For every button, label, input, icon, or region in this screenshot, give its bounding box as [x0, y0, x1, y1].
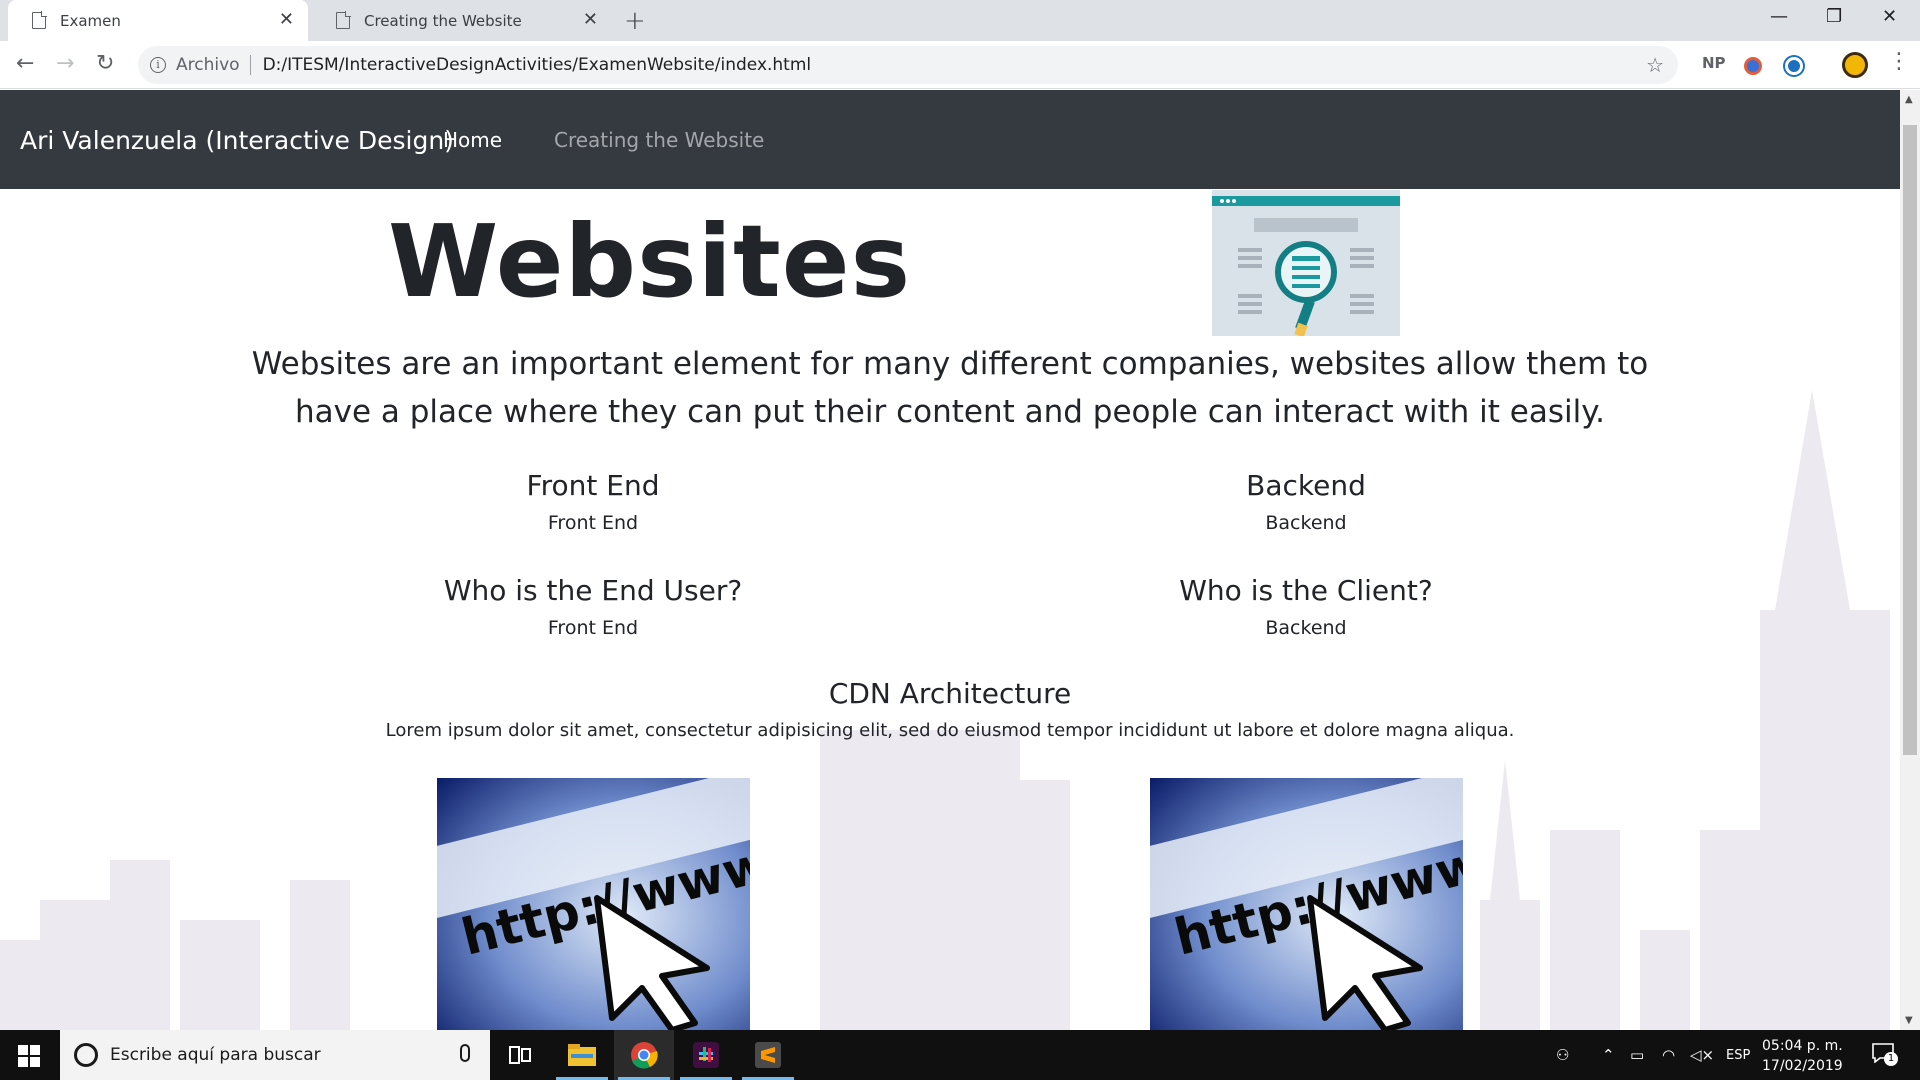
section-text: Front End [547, 617, 639, 639]
address-scheme-label: Archivo [176, 55, 240, 75]
tab-examen[interactable]: Examen ✕ [8, 0, 308, 41]
sublime-text-icon[interactable] [738, 1030, 798, 1080]
microphone-icon[interactable] [460, 1044, 470, 1062]
document-icon [32, 11, 47, 29]
notification-count-badge: 1 [1884, 1052, 1898, 1066]
tab-close-icon[interactable]: ✕ [583, 11, 598, 29]
section-text: Backend [1265, 617, 1347, 639]
extension-icon[interactable] [1785, 57, 1803, 75]
windows-taskbar: Escribe aquí para buscar ⚇ ⌃ ▭ ◠ ◁× ESP … [0, 1030, 1920, 1080]
clock-date: 17/02/2019 [1762, 1058, 1843, 1074]
section-heading: Front End [526, 469, 660, 502]
language-indicator[interactable]: ESP [1726, 1048, 1750, 1063]
cdn-text: Lorem ipsum dolor sit amet, consectetur … [385, 720, 1515, 741]
site-navbar: Ari Valenzuela (Interactive Design) Home… [0, 90, 1900, 189]
address-url[interactable]: D:/ITESM/InteractiveDesignActivities/Exa… [263, 55, 812, 75]
nav-link-home[interactable]: Home [443, 128, 502, 152]
document-icon [336, 11, 351, 29]
windows-start-icon[interactable] [18, 1045, 40, 1067]
page-viewport: Ari Valenzuela (Interactive Design) Home… [0, 90, 1900, 1030]
wifi-icon[interactable]: ◠ [1662, 1046, 1675, 1064]
profile-avatar[interactable] [1842, 52, 1868, 78]
close-window-button[interactable]: ✕ [1882, 6, 1897, 27]
slack-icon[interactable] [676, 1030, 736, 1080]
nav-link-creating-the-website[interactable]: Creating the Website [554, 128, 764, 152]
browser-tabstrip: Examen ✕ Creating the Website ✕ + — ❐ ✕ [0, 0, 1920, 41]
forward-arrow-icon[interactable]: → [56, 51, 74, 76]
taskbar-search-box[interactable]: Escribe aquí para buscar [60, 1030, 490, 1080]
section-client: Who is the Client? Backend [1006, 573, 1606, 639]
http-cursor-image: http://www [1150, 778, 1463, 1030]
volume-muted-icon[interactable]: ◁× [1690, 1046, 1714, 1064]
bookmark-star-icon[interactable]: ☆ [1646, 53, 1664, 77]
cdn-heading: CDN Architecture [828, 677, 1072, 710]
tab-title: Creating the Website [364, 11, 522, 30]
website-search-illustration [1212, 190, 1400, 336]
tab-title: Examen [60, 11, 121, 30]
reload-icon[interactable]: ↻ [96, 51, 114, 76]
section-backend: Backend Backend [1006, 468, 1606, 534]
clock-time: 05:04 p. m. [1762, 1038, 1843, 1054]
tab-close-icon[interactable]: ✕ [279, 11, 294, 29]
hero-title: Websites [388, 203, 912, 320]
show-hidden-icons-chevron[interactable]: ⌃ [1602, 1046, 1615, 1064]
section-end-user: Who is the End User? Front End [293, 573, 893, 639]
minimize-button[interactable]: — [1770, 6, 1788, 27]
people-icon[interactable]: ⚇ [1556, 1046, 1569, 1064]
menu-dots-icon[interactable]: ⋮ [1888, 49, 1910, 74]
scroll-down-icon[interactable]: ▼ [1905, 1015, 1913, 1026]
notification-center-icon[interactable]: 1 [1872, 1043, 1898, 1067]
file-explorer-icon[interactable] [552, 1030, 612, 1080]
cortana-icon [74, 1043, 98, 1067]
section-heading: Backend [1246, 469, 1366, 502]
tab-creating-the-website[interactable]: Creating the Website ✕ [312, 0, 612, 41]
section-heading: Who is the End User? [443, 574, 743, 607]
taskbar-clock[interactable]: 05:04 p. m. 17/02/2019 [1762, 1036, 1843, 1076]
address-bar[interactable]: i Archivo D:/ITESM/InteractiveDesignActi… [138, 46, 1678, 84]
browser-toolbar: ← → ↻ i Archivo D:/ITESM/InteractiveDesi… [0, 41, 1920, 89]
navbar-brand[interactable]: Ari Valenzuela (Interactive Design) [20, 126, 454, 155]
back-arrow-icon[interactable]: ← [16, 51, 34, 76]
chrome-icon[interactable] [614, 1030, 674, 1080]
page-scrollbar[interactable]: ▲ ▼ [1900, 90, 1920, 1030]
battery-icon[interactable]: ▭ [1630, 1046, 1644, 1064]
address-divider [249, 55, 251, 75]
section-heading: Who is the Client? [1179, 574, 1433, 607]
extension-icon[interactable] [1744, 57, 1762, 75]
section-front-end: Front End Front End [293, 468, 893, 534]
restore-button[interactable]: ❐ [1826, 6, 1842, 27]
hero-lead-text: Websites are an important element for ma… [251, 346, 1649, 430]
scroll-up-icon[interactable]: ▲ [1905, 94, 1913, 105]
new-tab-button[interactable]: + [624, 6, 646, 36]
info-icon[interactable]: i [150, 57, 166, 73]
http-cursor-image: http://www [437, 778, 750, 1030]
task-view-icon[interactable] [490, 1030, 550, 1080]
section-text: Backend [1265, 512, 1347, 534]
taskbar-search-placeholder: Escribe aquí para buscar [110, 1045, 321, 1065]
section-cdn-architecture: CDN Architecture Lorem ipsum dolor sit a… [240, 676, 1660, 741]
section-text: Front End [547, 512, 639, 534]
scroll-thumb[interactable] [1903, 125, 1917, 755]
np-extension-icon[interactable]: NP [1702, 54, 1726, 72]
